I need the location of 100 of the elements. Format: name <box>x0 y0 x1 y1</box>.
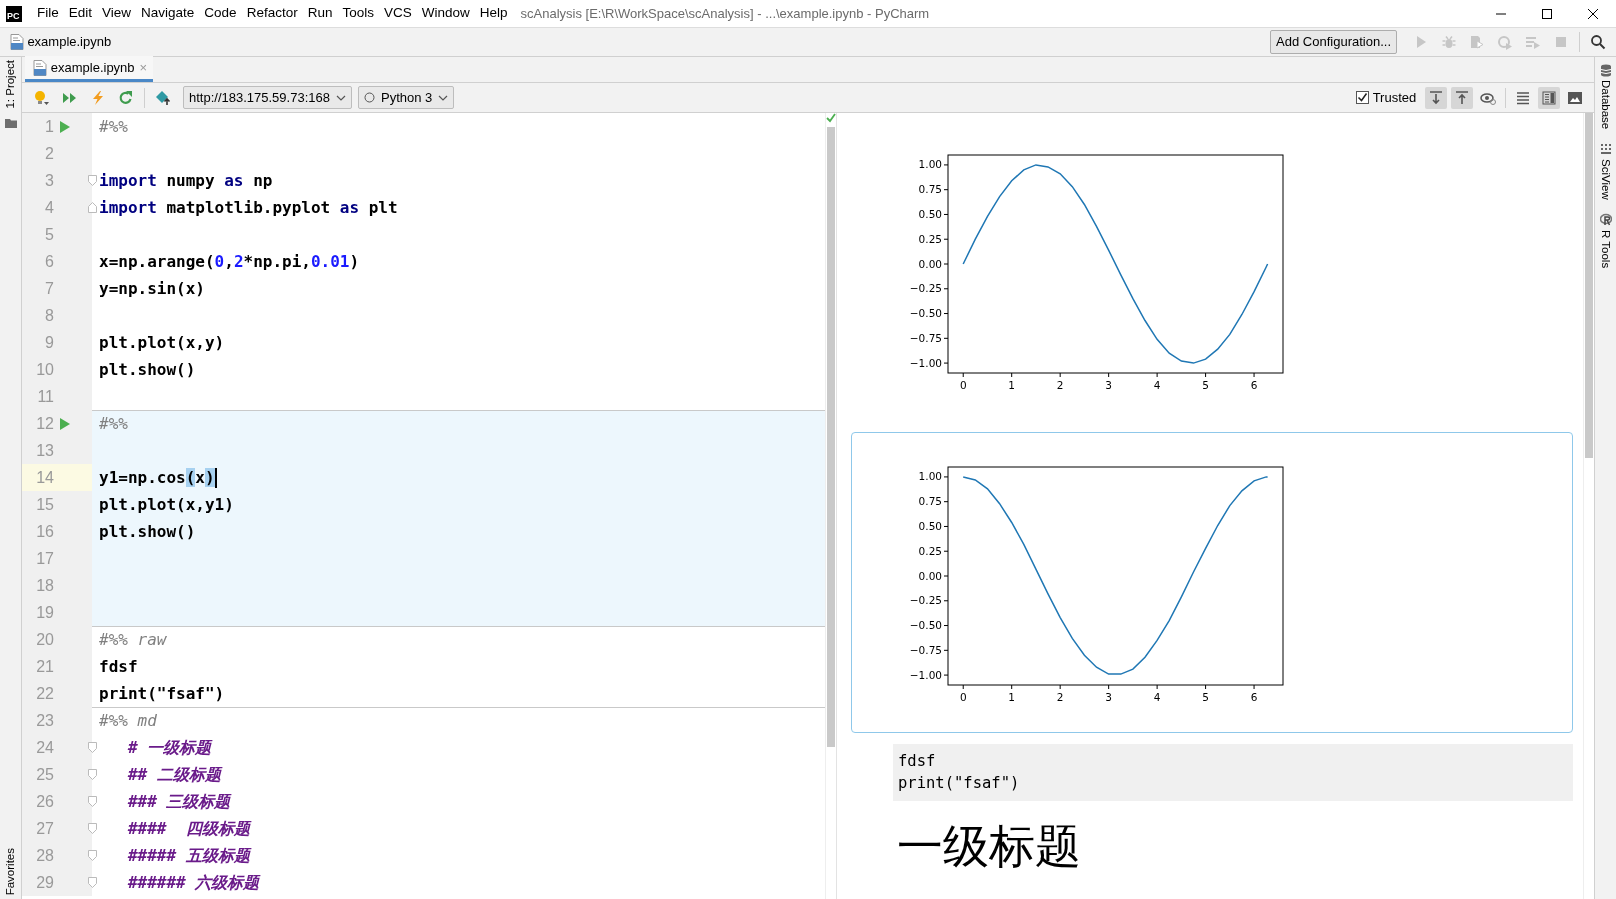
tick-mark <box>1205 684 1207 690</box>
run-icon[interactable] <box>59 416 71 431</box>
code-line: import numpy as np <box>99 169 273 192</box>
axis-tick-label: 0.00 <box>918 257 942 270</box>
tool-window-tab[interactable]: R Tools <box>1596 229 1615 268</box>
tick-mark <box>943 550 949 552</box>
close-icon[interactable] <box>1587 7 1599 20</box>
favorites-tool-tab[interactable]: Favorites <box>1 848 20 896</box>
code-line: #%% <box>99 115 128 138</box>
tick-mark <box>1108 684 1110 690</box>
tick-mark <box>943 649 949 651</box>
lightning-icon[interactable] <box>90 89 106 106</box>
code-line: import matplotlib.pyplot as plt <box>99 196 398 219</box>
scrollbar-thumb[interactable] <box>1585 113 1593 458</box>
axis-tick-label: 3 <box>1105 378 1112 391</box>
menu-item[interactable]: VCS <box>378 1 417 26</box>
checkbox[interactable] <box>1355 91 1369 104</box>
axis-tick-label: −0.75 <box>909 331 942 344</box>
tick-mark <box>943 213 949 215</box>
search-icon[interactable] <box>1590 34 1606 50</box>
menu-item[interactable]: Navigate <box>136 1 200 26</box>
code-line: y=np.sin(x) <box>99 277 205 300</box>
kernel-dropdown[interactable]: Python 3 <box>357 85 455 110</box>
menu-item[interactable]: Code <box>199 1 242 26</box>
fold-icon[interactable] <box>88 796 97 807</box>
axis-tick-label: 3 <box>1105 690 1112 703</box>
tool-window-tab[interactable]: Database <box>1596 80 1615 130</box>
menu-item[interactable]: Refactor <box>241 1 303 26</box>
trusted-checkbox[interactable]: Trusted <box>1355 87 1417 108</box>
breadcrumb-file[interactable]: example.ipynb <box>27 32 112 52</box>
menu-item[interactable]: Run <box>302 1 338 26</box>
tick-mark <box>943 188 949 190</box>
maximize-icon[interactable] <box>1541 7 1553 20</box>
menu-item[interactable]: File <box>32 1 64 26</box>
fold-icon[interactable] <box>88 877 97 888</box>
server-dropdown[interactable]: http://183.175.59.73:168 <box>183 85 352 110</box>
diamond-arrow-icon[interactable] <box>155 89 171 106</box>
project-tool-tab[interactable]: 1: Project <box>1 60 20 109</box>
line-number: 23 <box>35 710 54 731</box>
grid-icon <box>1599 142 1612 156</box>
bulb-icon[interactable] <box>34 89 50 106</box>
axis-tick-label: 4 <box>1153 690 1161 703</box>
code-line: plt.plot(x,y) <box>99 331 225 354</box>
line-number: 17 <box>35 548 54 569</box>
check-mark-icon <box>1356 92 1368 103</box>
line-number: 20 <box>35 629 54 650</box>
axis-tick-label: −1.00 <box>909 668 942 681</box>
code-line: plt.show() <box>99 358 196 381</box>
line-number: 12 <box>35 413 54 434</box>
database-icon <box>1599 63 1612 77</box>
toggle-button[interactable] <box>1451 86 1473 109</box>
line-number: 21 <box>35 656 54 677</box>
tool-window-tab[interactable]: SciView <box>1596 159 1615 200</box>
toggle-button[interactable] <box>1425 86 1447 109</box>
fold-icon[interactable] <box>88 769 97 780</box>
axis-tick-label: 0.50 <box>918 207 942 220</box>
axis-tick-label: 0.75 <box>918 494 942 507</box>
editor-tab[interactable]: example.ipynb × <box>25 56 154 82</box>
restart-icon[interactable] <box>118 89 134 106</box>
fold-icon[interactable] <box>88 823 97 834</box>
tick-mark <box>1253 684 1255 690</box>
tick-mark <box>1108 372 1110 378</box>
run-icon[interactable] <box>59 119 71 134</box>
folder-icon[interactable] <box>4 117 17 128</box>
code-line: #%% md <box>99 710 157 732</box>
line-number: 24 <box>35 737 54 758</box>
image-icon <box>1567 89 1583 106</box>
axis-tick-label: 1 <box>1008 690 1016 703</box>
menu-item[interactable]: Edit <box>63 1 98 26</box>
code-line: print("fsaf") <box>99 682 225 705</box>
fold-icon[interactable] <box>88 742 97 753</box>
add-configuration-button[interactable]: Add Configuration... <box>1270 30 1397 54</box>
line-number: 28 <box>35 845 54 866</box>
tick-mark <box>1156 684 1158 690</box>
axis-tick-label: 2 <box>1056 378 1064 391</box>
tick-mark <box>1205 372 1207 378</box>
fold-icon[interactable] <box>88 175 97 186</box>
axis-tick-label: 6 <box>1250 378 1258 391</box>
scrollbar-thumb[interactable] <box>827 127 835 747</box>
menu-item[interactable]: Tools <box>337 1 379 26</box>
fold-icon[interactable] <box>88 850 97 861</box>
list-icon <box>1515 89 1531 106</box>
axis-tick-label: −0.75 <box>909 643 942 656</box>
raw-output: fdsf print("fsaf") <box>893 743 1573 801</box>
line-number: 15 <box>35 494 54 515</box>
axis-tick-label: −0.25 <box>909 282 942 294</box>
axis-tick-label: 0.75 <box>918 182 942 195</box>
menu-item[interactable]: Window <box>416 1 475 26</box>
toggle-button[interactable] <box>1538 86 1560 109</box>
tick-mark <box>943 624 949 626</box>
tick-mark <box>943 164 949 166</box>
menu-item[interactable]: Help <box>474 1 513 26</box>
line-number: 4 <box>44 197 54 218</box>
axis-tick-label: 0.50 <box>918 519 942 532</box>
fold-icon[interactable] <box>88 202 97 213</box>
menu-item[interactable]: View <box>97 1 137 26</box>
tick-mark <box>943 600 949 601</box>
line-number: 16 <box>35 521 54 542</box>
split-view-icon <box>1541 89 1557 106</box>
axis-tick-label: −0.50 <box>909 618 942 631</box>
